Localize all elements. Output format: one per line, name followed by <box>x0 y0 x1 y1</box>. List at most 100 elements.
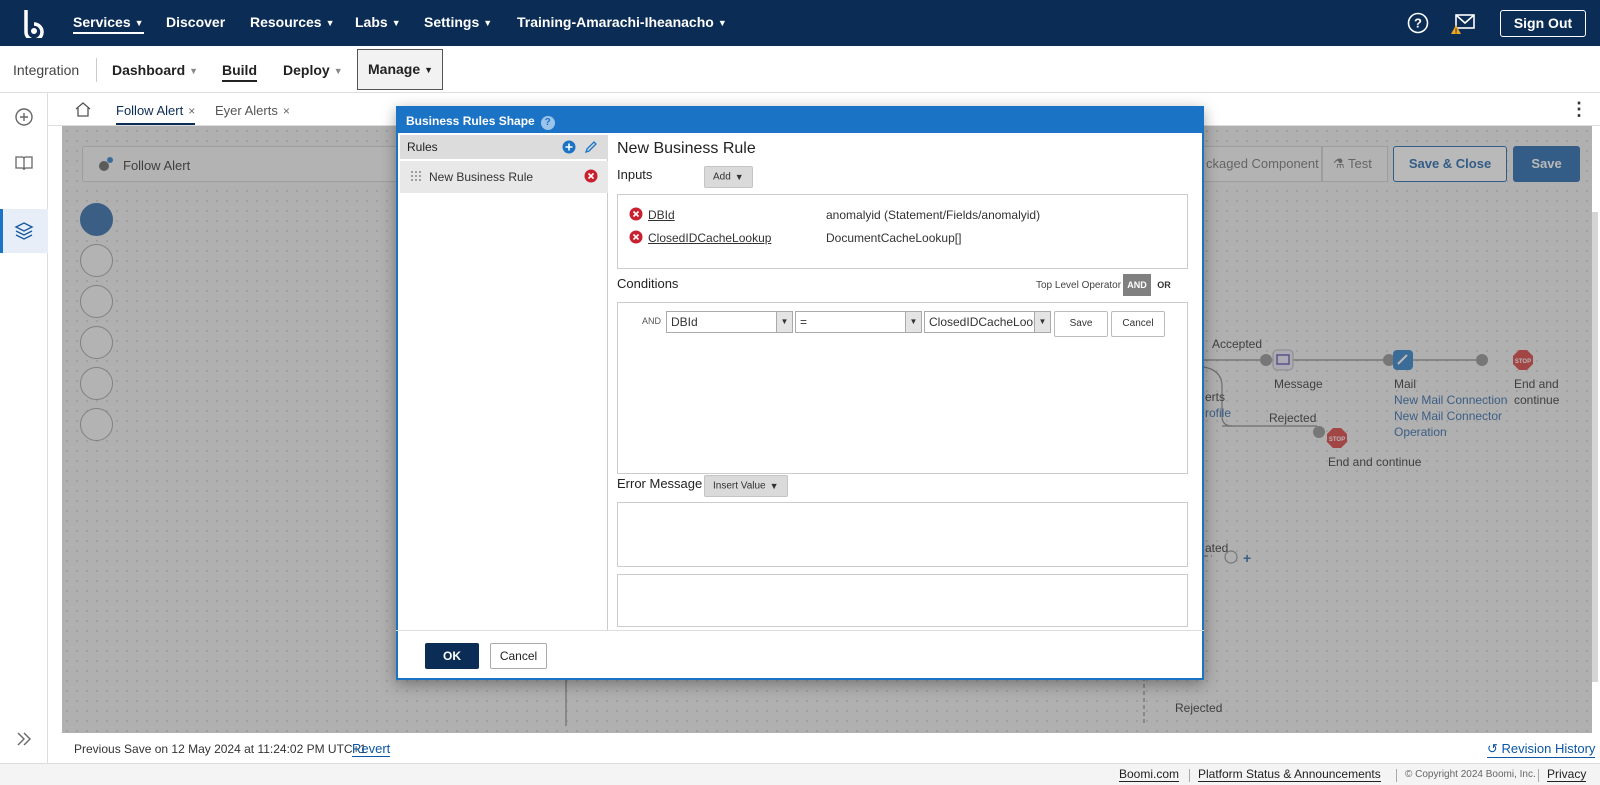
footer: Boomi.com Platform Status & Announcement… <box>0 763 1600 785</box>
input-name-link[interactable]: DBId <box>648 208 675 222</box>
copyright-text: © Copyright 2024 Boomi, Inc. <box>1405 769 1536 780</box>
condition-field-select[interactable]: DBId ▼ <box>666 311 793 333</box>
revision-history-link[interactable]: ↺ Revision History <box>1487 741 1596 758</box>
chevron-down-icon: ▼ <box>325 18 335 29</box>
nav-discover[interactable]: Discover <box>166 14 225 30</box>
tab-eyer-alerts[interactable]: Eyer Alerts × <box>215 103 290 118</box>
rules-panel: Rules New Business Rule <box>400 135 608 631</box>
drag-handle-icon[interactable] <box>410 170 422 182</box>
and-toggle[interactable]: AND <box>1123 274 1151 296</box>
help-icon[interactable]: ? <box>540 116 555 130</box>
rule-list-item[interactable]: New Business Rule <box>400 161 608 193</box>
divider <box>396 630 1204 631</box>
sign-out-button[interactable]: Sign Out <box>1500 10 1586 37</box>
remove-icon[interactable] <box>584 169 598 183</box>
boomi-link[interactable]: Boomi.com <box>1119 768 1180 782</box>
status-bar: Previous Save on 12 May 2024 at 11:24:02… <box>62 733 1600 763</box>
rule-title: New Business Rule <box>617 140 756 157</box>
input-value: anomalyid (Statement/Fields/anomalyid) <box>826 208 1041 222</box>
chevron-down-icon: ▼ <box>717 18 727 29</box>
ok-button[interactable]: OK <box>425 643 479 669</box>
nav-settings[interactable]: Settings ▼ <box>424 14 492 30</box>
chevron-down-icon: ▼ <box>734 172 744 182</box>
integration-label: Integration <box>13 62 80 78</box>
expand-chevrons-icon[interactable] <box>14 729 34 749</box>
condition-value-text: ClosedIDCacheLooki <box>929 315 1042 329</box>
svg-text:?: ? <box>1414 16 1422 31</box>
boomi-logo-icon[interactable] <box>22 8 48 38</box>
condition-save-button[interactable]: Save <box>1054 311 1108 337</box>
nav-services[interactable]: Services ▼ <box>73 14 144 34</box>
add-rule-icon[interactable] <box>562 140 576 154</box>
edit-pencil-icon[interactable] <box>584 140 598 154</box>
top-level-operator-label: Top Level Operator <box>1036 280 1122 291</box>
nav-settings-label: Settings <box>424 14 480 30</box>
condition-operator-select[interactable]: = ▼ <box>795 311 922 333</box>
close-icon[interactable]: × <box>283 104 290 118</box>
nav-account-label: Training-Amarachi-Iheanacho <box>517 14 714 30</box>
error-message-label: Error Message <box>617 476 703 491</box>
help-icon[interactable]: ? <box>1407 12 1429 34</box>
sub-navigation-bar: Integration Dashboard ▼ Build Deploy ▼ Man… <box>0 46 1600 93</box>
nav-dashboard-label: Dashboard <box>112 62 186 78</box>
cancel-button[interactable]: Cancel <box>490 643 547 669</box>
layers-icon[interactable] <box>14 221 34 241</box>
close-icon[interactable]: × <box>188 104 195 118</box>
nav-resources-label: Resources <box>250 14 322 30</box>
tab-follow-alert[interactable]: Follow Alert × <box>116 103 196 125</box>
history-icon: ↺ <box>1487 741 1502 756</box>
chevron-down-icon: ▼ <box>769 481 779 491</box>
nav-deploy[interactable]: Deploy ▼ <box>283 62 343 78</box>
chevron-down-icon: ▼ <box>424 64 434 75</box>
chevron-down-icon: ▼ <box>1034 312 1050 332</box>
nav-dashboard[interactable]: Dashboard ▼ <box>112 62 198 78</box>
nav-manage-label: Manage <box>368 61 421 77</box>
divider <box>1538 769 1539 782</box>
more-options-icon[interactable]: ⋮ <box>1570 99 1588 120</box>
revert-link[interactable]: Revert <box>352 741 391 757</box>
add-circle-icon[interactable] <box>14 107 34 127</box>
input-value: DocumentCacheLookup[] <box>826 231 962 245</box>
insert-value-button[interactable]: Insert Value ▼ <box>704 475 788 497</box>
book-icon[interactable] <box>14 153 34 173</box>
privacy-link[interactable]: Privacy <box>1547 768 1587 782</box>
platform-status-link[interactable]: Platform Status & Announcements <box>1198 768 1381 782</box>
home-icon[interactable] <box>74 101 92 118</box>
chevron-down-icon: ▼ <box>333 66 343 77</box>
nav-deploy-label: Deploy <box>283 62 330 78</box>
nav-manage[interactable]: Manage ▼ <box>357 49 443 90</box>
nav-discover-label: Discover <box>166 14 226 30</box>
error-preview-box <box>617 574 1188 627</box>
chevron-down-icon: ▼ <box>905 312 921 332</box>
condition-value-select[interactable]: ClosedIDCacheLooki ▼ <box>924 311 1051 333</box>
nav-resources[interactable]: Resources ▼ <box>250 14 335 30</box>
remove-icon[interactable] <box>629 230 643 244</box>
divider <box>96 58 97 82</box>
dialog-title: Business Rules Shape <box>406 114 535 128</box>
tab-label: Follow Alert <box>116 103 184 118</box>
condition-cancel-button[interactable]: Cancel <box>1111 311 1165 337</box>
input-name-link[interactable]: ClosedIDCacheLookup <box>648 231 771 245</box>
rules-header: Rules <box>400 135 608 159</box>
canvas-scrollbar[interactable] <box>1592 212 1598 682</box>
nav-labs[interactable]: Labs ▼ <box>355 14 401 30</box>
condition-operator-label: AND <box>642 316 662 326</box>
remove-icon[interactable] <box>629 207 643 221</box>
condition-field-value: DBId <box>671 315 698 329</box>
nav-build[interactable]: Build <box>222 62 257 82</box>
chevron-down-icon: ▼ <box>483 18 493 29</box>
condition-operator-value: = <box>800 315 808 329</box>
insert-value-label: Insert Value <box>713 480 766 492</box>
top-navigation-bar: Services ▼ Discover Resources ▼ Labs ▼ Sett… <box>0 0 1600 46</box>
left-rail <box>0 93 48 763</box>
mail-icon[interactable]: ! <box>1450 13 1476 35</box>
or-toggle[interactable]: OR <box>1151 274 1177 296</box>
nav-services-label: Services <box>73 14 131 30</box>
chevron-down-icon: ▼ <box>189 66 199 77</box>
error-message-textarea[interactable] <box>617 502 1188 567</box>
nav-account[interactable]: Training-Amarachi-Iheanacho ▼ <box>517 14 727 30</box>
add-input-button[interactable]: Add ▼ <box>704 166 753 188</box>
dialog-header: Business Rules Shape? <box>398 108 1202 133</box>
chevron-down-icon: ▼ <box>134 18 144 29</box>
conditions-label: Conditions <box>617 276 679 291</box>
